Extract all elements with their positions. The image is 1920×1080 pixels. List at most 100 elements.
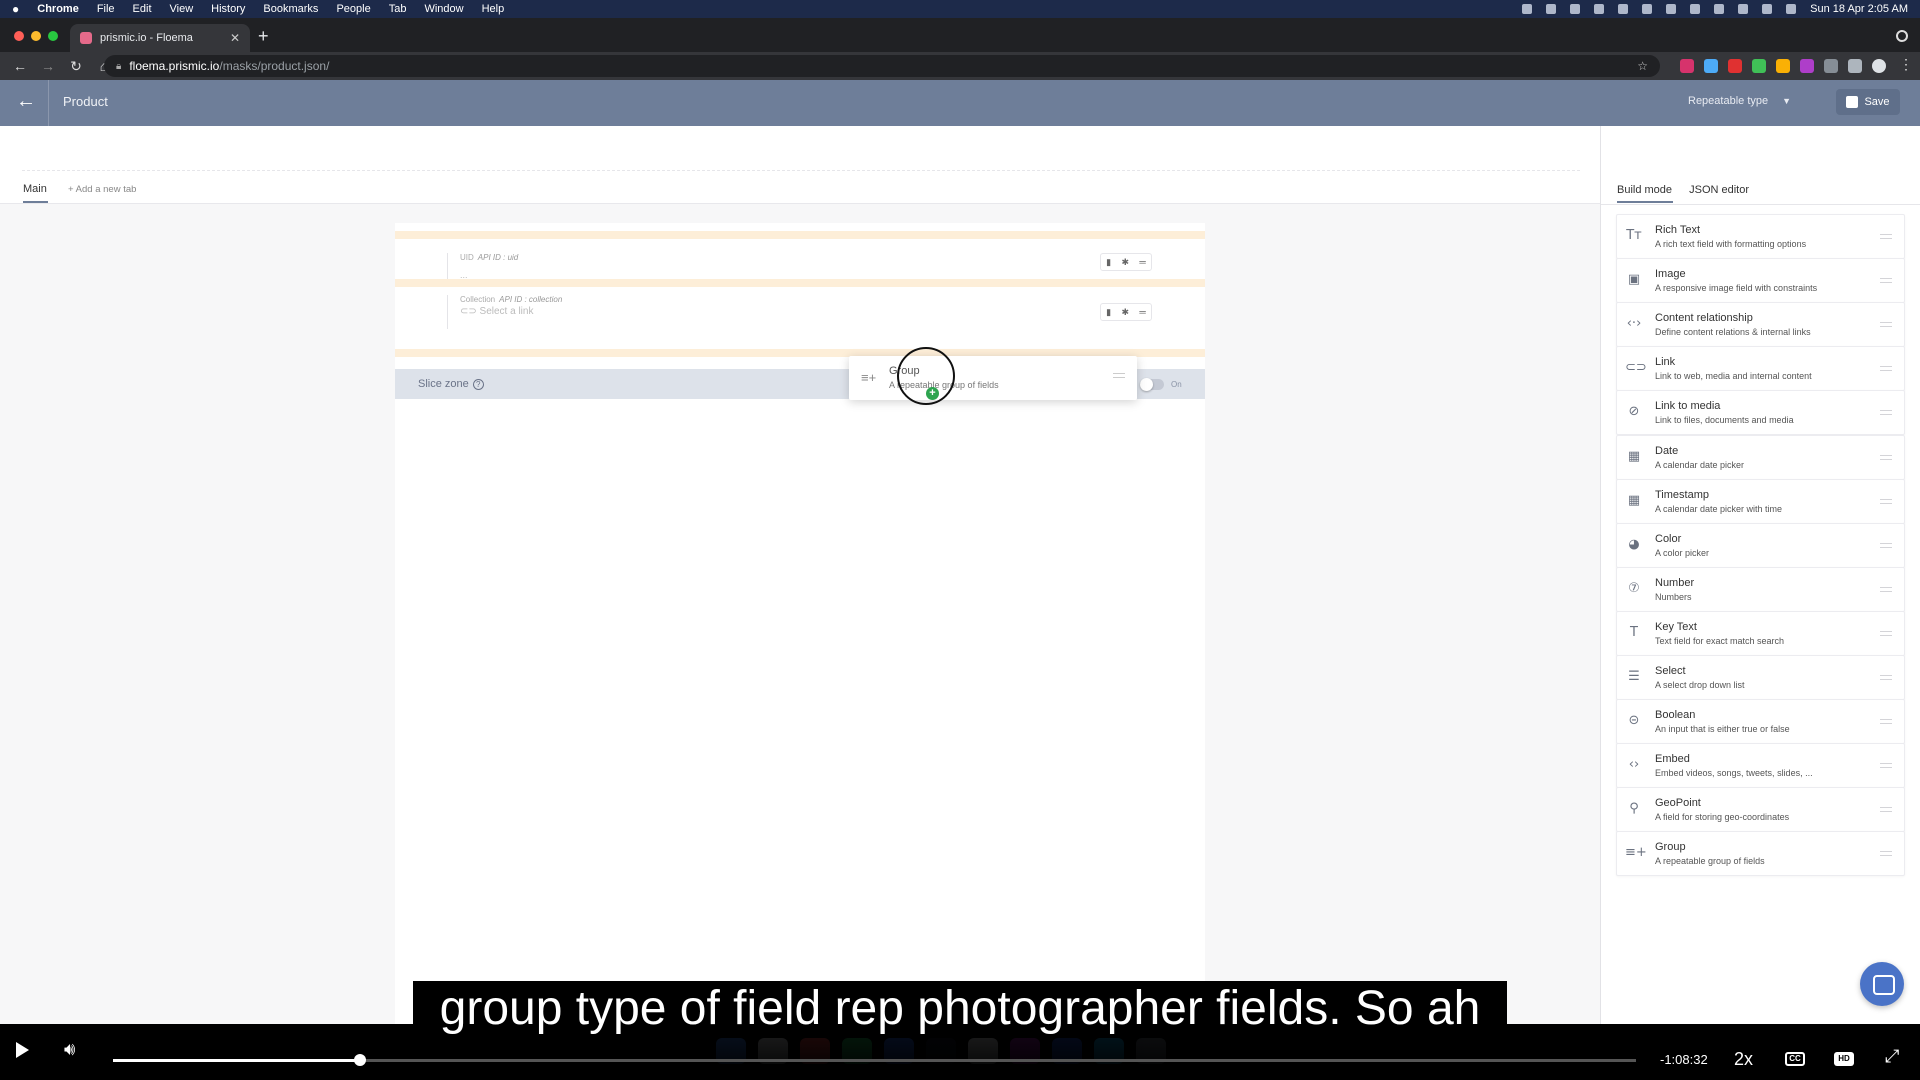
gear-icon[interactable]: ✱ xyxy=(1121,257,1129,268)
menu-bookmarks[interactable]: Bookmarks xyxy=(263,3,318,15)
dragged-group-widget[interactable]: ≡+ Group A repeatable group of fields xyxy=(849,356,1137,400)
chrome-profile-icon[interactable] xyxy=(1896,30,1908,42)
drag-handle-icon[interactable] xyxy=(1880,454,1892,460)
gear-icon[interactable]: ✱ xyxy=(1121,307,1129,318)
drag-handle-icon[interactable] xyxy=(1880,410,1892,416)
widget-color[interactable]: ◕ Color A color picker xyxy=(1616,522,1905,568)
drag-handle-icon[interactable] xyxy=(1880,366,1892,372)
status-icon[interactable] xyxy=(1594,4,1605,14)
status-icon[interactable] xyxy=(1570,4,1581,14)
quality-button[interactable]: HD xyxy=(1834,1052,1854,1066)
bookmark-star-icon[interactable]: ☆ xyxy=(1637,59,1648,73)
widget-content-relationship[interactable]: ‹·› Content relationship Define content re… xyxy=(1616,302,1905,348)
drag-handle-icon[interactable]: ═ xyxy=(1139,307,1145,317)
type-selector[interactable]: Repeatable type ▼ xyxy=(1688,95,1791,107)
more-icon[interactable]: ⋮ xyxy=(1898,56,1914,73)
control-center-icon[interactable] xyxy=(1762,4,1773,14)
tab-json-editor[interactable]: JSON editor xyxy=(1689,184,1749,196)
apple-icon[interactable]: ● xyxy=(12,2,19,16)
drag-handle-icon[interactable]: ═ xyxy=(1139,257,1145,267)
widget-group[interactable]: ≡+ Group A repeatable group of fields xyxy=(1616,831,1905,877)
drag-handle-icon[interactable] xyxy=(1880,807,1892,813)
back-arrow-icon[interactable]: ← xyxy=(16,90,36,113)
lock-icon[interactable]: 🔒︎ xyxy=(116,61,121,72)
widget-number[interactable]: ⑦ Number Numbers xyxy=(1616,566,1905,612)
menu-app[interactable]: Chrome xyxy=(37,3,79,15)
chat-support-button[interactable] xyxy=(1860,962,1904,1006)
status-icon[interactable] xyxy=(1642,4,1653,14)
drag-handle-icon[interactable] xyxy=(1880,278,1892,284)
widget-select[interactable]: ☰ Select A select drop down list xyxy=(1616,655,1905,700)
delete-icon[interactable]: ▮ xyxy=(1106,257,1111,268)
menu-history[interactable]: History xyxy=(211,3,245,15)
fullscreen-icon[interactable]: ⤢ xyxy=(1885,1046,1899,1067)
slice-zone-toggle[interactable] xyxy=(1140,378,1164,391)
tab-build-mode[interactable]: Build mode xyxy=(1617,184,1672,196)
save-button[interactable]: Save xyxy=(1836,89,1900,115)
delete-icon[interactable]: ▮ xyxy=(1106,307,1111,318)
add-tab-button[interactable]: + Add a new tab xyxy=(68,184,136,195)
minimize-window-button[interactable] xyxy=(31,31,41,41)
widget-rich-text[interactable]: Tт Rich Text A rich text field with format… xyxy=(1616,214,1905,259)
progress-bar[interactable] xyxy=(113,1054,1636,1066)
address-bar[interactable]: 🔒︎ floema.prismic.io /masks/product.json… xyxy=(104,55,1660,77)
extension-icon[interactable] xyxy=(1776,59,1790,73)
drag-handle-icon[interactable] xyxy=(1880,719,1892,725)
drag-handle-icon[interactable] xyxy=(1113,373,1125,378)
widget-date[interactable]: ▦ Date A calendar date picker xyxy=(1616,434,1905,480)
widget-link[interactable]: ⊂⊃ Link Link to web, media and internal co… xyxy=(1616,346,1905,392)
drag-handle-icon[interactable] xyxy=(1880,630,1892,636)
drag-handle-icon[interactable] xyxy=(1880,586,1892,592)
extension-icon[interactable] xyxy=(1704,59,1718,73)
close-window-button[interactable] xyxy=(14,31,24,41)
status-icon[interactable] xyxy=(1546,4,1557,14)
tab-main[interactable]: Main xyxy=(23,183,47,195)
drag-handle-icon[interactable] xyxy=(1880,234,1892,239)
captions-button[interactable]: CC xyxy=(1785,1052,1805,1066)
battery-icon[interactable] xyxy=(1666,4,1677,14)
play-icon[interactable] xyxy=(16,1042,29,1058)
widget-image[interactable]: ▣ Image A responsive image field with cons… xyxy=(1616,258,1905,304)
menu-people[interactable]: People xyxy=(336,3,370,15)
collection-field[interactable]: Collection API ID : collection ⊂⊃ Select … xyxy=(447,295,562,329)
back-icon[interactable]: ← xyxy=(12,58,28,74)
forward-icon[interactable]: → xyxy=(40,58,56,74)
drag-handle-icon[interactable] xyxy=(1880,542,1892,548)
puzzle-icon[interactable] xyxy=(1848,59,1862,73)
drag-handle-icon[interactable] xyxy=(1880,675,1892,680)
spotlight-icon[interactable] xyxy=(1738,4,1749,14)
extension-icon[interactable] xyxy=(1728,59,1742,73)
widget-link-to-media[interactable]: ⊘ Link to media Link to files, documents a… xyxy=(1616,390,1905,436)
reload-icon[interactable]: ↻ xyxy=(68,58,84,75)
menu-tab[interactable]: Tab xyxy=(389,3,407,15)
widget-boolean[interactable]: ⊝ Boolean An input that is either true or … xyxy=(1616,699,1905,745)
extension-icon[interactable] xyxy=(1824,59,1838,73)
extension-icon[interactable] xyxy=(1800,59,1814,73)
new-tab-button[interactable]: + xyxy=(258,26,269,47)
siri-icon[interactable] xyxy=(1786,4,1797,14)
extension-icon[interactable] xyxy=(1752,59,1766,73)
menu-window[interactable]: Window xyxy=(424,3,463,15)
drag-handle-icon[interactable] xyxy=(1880,763,1892,769)
zoom-window-button[interactable] xyxy=(48,31,58,41)
menubar-clock[interactable]: Sun 18 Apr 2:05 AM xyxy=(1810,3,1908,15)
widget-embed[interactable]: ‹› Embed Embed videos, songs, tweets, slid… xyxy=(1616,743,1905,789)
progress-handle[interactable] xyxy=(353,1054,366,1066)
collection-value[interactable]: ⊂⊃ Select a link xyxy=(460,306,562,317)
drag-handle-icon[interactable] xyxy=(1880,851,1892,857)
avatar[interactable] xyxy=(1872,59,1886,73)
status-icon[interactable] xyxy=(1618,4,1629,14)
menu-file[interactable]: File xyxy=(97,3,115,15)
drag-handle-icon[interactable] xyxy=(1880,498,1892,504)
status-icon[interactable] xyxy=(1522,4,1533,14)
volume-icon[interactable]: 🔊︎ xyxy=(64,1039,75,1060)
widget-timestamp[interactable]: ▦ Timestamp A calendar date picker with ti… xyxy=(1616,478,1905,524)
menu-help[interactable]: Help xyxy=(482,3,505,15)
menu-view[interactable]: View xyxy=(170,3,194,15)
widget-key-text[interactable]: T Key Text Text field for exact match sear… xyxy=(1616,610,1905,656)
drag-handle-icon[interactable] xyxy=(1880,322,1892,328)
bluetooth-icon[interactable] xyxy=(1690,4,1701,14)
playback-speed-button[interactable]: 2x xyxy=(1734,1049,1753,1070)
menu-edit[interactable]: Edit xyxy=(133,3,152,15)
help-icon[interactable]: ? xyxy=(472,379,484,390)
